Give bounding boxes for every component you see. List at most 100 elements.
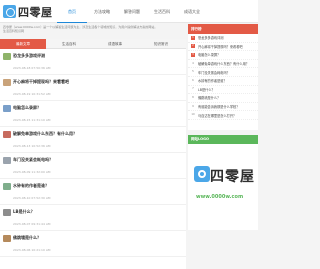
ranking-item[interactable]: 6 水钟有的作者是谁？ — [188, 77, 258, 86]
logo-banner[interactable]: 四零屋 www.0000w.com — [188, 144, 258, 230]
article-thumbnail[interactable] — [3, 157, 11, 164]
ranking-number: 2 — [191, 44, 195, 49]
ranking-number: 4 — [192, 61, 194, 65]
ranking-number: 5 — [192, 70, 194, 74]
sidebar: 排行榜 1 恐龙多多游戏评测 2 开心麻将干掉提现吗？来看看吧 3 电脑怎么录屏？ 4 破解免… — [188, 24, 258, 269]
article-date: 2023-08-06 10:21:10 AM — [13, 248, 51, 252]
tab-latest[interactable]: 最新文章 — [0, 39, 46, 49]
article-date: 2023-08-19 10:31:52 AM — [13, 92, 51, 96]
ranking-item-title[interactable]: 车门没关紧会耗电吗？ — [198, 70, 230, 75]
banner-logo-text: 四零屋 — [210, 169, 255, 185]
article-thumbnail[interactable] — [3, 209, 11, 216]
article-meta: 2023-08-07 09:31:44 AM — [13, 222, 50, 226]
article-thumbnail[interactable] — [3, 53, 11, 60]
ranking-item[interactable]: 4 破解免单游戏什么东西？有什么用？ — [188, 60, 258, 69]
notice-line-1: 四零屋（www.0000w.com）是一个以解答生活问题为主，涉及生活各个领域的… — [3, 25, 158, 29]
article-item[interactable]: 车门没关紧会耗电吗？ 2023-08-09 11:32:00 AM — [0, 153, 186, 179]
logo-box: 网站LOGO 四零屋 www.0000w.com — [188, 135, 258, 230]
article-tabs: 最新文章 生活百科 成语故事 知识常识 — [0, 39, 186, 49]
article-meta: 2023-08-15 11:31:10 AM — [13, 118, 50, 122]
article-title[interactable]: LB是什么？ — [13, 209, 35, 215]
article-list: 恐龙多多游戏评测 2023-08-18 07:50:36 AM 开心麻将干掉提现吗？… — [0, 49, 186, 257]
article-date: 2023-08-13 10:52:36 AM — [13, 144, 51, 148]
ranking-item-title[interactable]: 有谁能告诉我那是什么学校？ — [198, 104, 239, 109]
article-thumbnail[interactable] — [3, 183, 11, 190]
ranking-item[interactable]: 5 车门没关紧会耗电吗？ — [188, 68, 258, 77]
ranking-item[interactable]: 3 电脑怎么录屏？ — [188, 51, 258, 60]
ranking-item-title[interactable]: 马自达在哪里是怎么打开？ — [198, 113, 236, 118]
nav-item-idioms[interactable]: 成语大全 — [177, 0, 207, 23]
article-meta: 2023-08-18 07:50:36 AM — [13, 66, 50, 70]
ranking-number: 1 — [191, 35, 195, 40]
site-notice: 四零屋（www.0000w.com）是一个以解答生活问题为主，涉及生活各个领域的… — [0, 24, 186, 37]
ranking-box: 排行榜 1 恐龙多多游戏评测 2 开心麻将干掉提现吗？来看看吧 3 电脑怎么录屏？ 4 破解免… — [188, 24, 258, 130]
article-item[interactable]: 破解免单游戏什么东西？有什么用？ 2023-08-13 10:52:36 AM — [0, 127, 186, 153]
ranking-number: 8 — [192, 95, 194, 99]
article-meta: 2023-08-19 10:31:52 AM — [13, 92, 50, 96]
ranking-title: 排行榜 — [188, 24, 258, 34]
article-title[interactable]: 恐龙多多游戏评测 — [13, 53, 45, 59]
article-thumbnail[interactable] — [3, 105, 11, 112]
article-thumbnail[interactable] — [3, 235, 11, 242]
article-item[interactable]: 恐龙多多游戏评测 2023-08-18 07:50:36 AM — [0, 49, 186, 75]
article-date: 2023-08-10 07:52:30 AM — [13, 196, 51, 200]
ranking-number: 3 — [191, 52, 195, 57]
logo-icon — [3, 5, 16, 18]
notice-line-2: 生活百科知识网 — [3, 29, 25, 33]
ranking-item-title[interactable]: 破解免单游戏什么东西？有什么用？ — [198, 61, 249, 66]
article-list-panel: 最新文章 生活百科 成语故事 知识常识 恐龙多多游戏评测 2023-08-18 0… — [0, 39, 186, 269]
nav-item-guides[interactable]: 方法攻略 — [87, 0, 117, 23]
article-title[interactable]: 破解免单游戏什么东西？有什么用？ — [13, 131, 77, 137]
banner-url: www.0000w.com — [196, 194, 244, 200]
site-logo[interactable]: 四零屋 — [3, 3, 53, 20]
ranking-item-title[interactable]: 开心麻将干掉提现吗？来看看吧 — [198, 44, 243, 49]
tab-knowledge[interactable]: 知识常识 — [138, 39, 184, 49]
article-meta: 2023-08-09 11:32:00 AM — [13, 170, 50, 174]
article-meta: 2023-08-10 07:52:30 AM — [13, 196, 50, 200]
main-nav: 首页 方法攻略 解答问题 生活百科 成语大全 — [57, 0, 207, 23]
nav-item-answers[interactable]: 解答问题 — [117, 0, 147, 23]
ranking-item[interactable]: 2 开心麻将干掉提现吗？来看看吧 — [188, 43, 258, 52]
article-title[interactable]: 开心麻将干掉提现吗？来看看吧 — [13, 79, 69, 85]
ranking-item[interactable]: 1 恐龙多多游戏评测 — [188, 34, 258, 43]
article-item[interactable]: 开心麻将干掉提现吗？来看看吧 2023-08-19 10:31:52 AM — [0, 75, 186, 101]
ranking-item[interactable]: 10 马自达在哪里是怎么打开？ — [188, 111, 258, 120]
logo-icon — [194, 166, 210, 182]
article-date: 2023-08-07 09:31:44 AM — [13, 222, 51, 226]
article-date: 2023-08-09 11:32:00 AM — [13, 170, 51, 174]
article-item[interactable]: 水钟有的作者是谁？ 2023-08-10 07:52:30 AM — [0, 179, 186, 205]
ranking-number: 9 — [192, 104, 194, 108]
logo-text: 四零屋 — [18, 5, 53, 19]
ranking-item[interactable]: 8 佛跳墙是什么？ — [188, 94, 258, 103]
article-title[interactable]: 电脑怎么录屏？ — [13, 105, 41, 111]
ranking-item[interactable]: 9 有谁能告诉我那是什么学校？ — [188, 103, 258, 112]
article-title[interactable]: 佛跳墙是什么？ — [13, 235, 41, 241]
ranking-item-title[interactable]: 电脑怎么录屏？ — [198, 52, 220, 57]
article-thumbnail[interactable] — [3, 79, 11, 86]
tab-idioms[interactable]: 成语故事 — [92, 39, 138, 49]
article-title[interactable]: 车门没关紧会耗电吗？ — [13, 157, 53, 163]
ranking-item[interactable]: 7 LB是什么？ — [188, 86, 258, 95]
article-date: 2023-08-18 07:50:36 AM — [13, 66, 51, 70]
ranking-item-title[interactable]: 佛跳墙是什么？ — [198, 95, 220, 100]
article-item[interactable]: 电脑怎么录屏？ 2023-08-15 11:31:10 AM — [0, 101, 186, 127]
article-meta: 2023-08-06 10:21:10 AM — [13, 248, 50, 252]
article-meta: 2023-08-13 10:52:36 AM — [13, 144, 50, 148]
ranking-item-title[interactable]: 水钟有的作者是谁？ — [198, 78, 227, 83]
article-thumbnail[interactable] — [3, 131, 11, 138]
ranking-number: 6 — [192, 78, 194, 82]
nav-item-home[interactable]: 首页 — [57, 0, 87, 23]
article-date: 2023-08-15 11:31:10 AM — [13, 118, 51, 122]
ranking-list: 1 恐龙多多游戏评测 2 开心麻将干掉提现吗？来看看吧 3 电脑怎么录屏？ 4 破解免单游戏什… — [188, 34, 258, 120]
logo-box-title: 网站LOGO — [188, 135, 258, 144]
top-bar: 四零屋 首页 方法攻略 解答问题 生活百科 成语大全 — [0, 0, 258, 23]
article-item[interactable]: 佛跳墙是什么？ 2023-08-06 10:21:10 AM — [0, 231, 186, 257]
article-title[interactable]: 水钟有的作者是谁？ — [13, 183, 49, 189]
ranking-item-title[interactable]: LB是什么？ — [198, 87, 215, 92]
ranking-number: 10 — [191, 113, 195, 117]
ranking-number: 7 — [192, 87, 194, 91]
tab-life[interactable]: 生活百科 — [46, 39, 92, 49]
article-item[interactable]: LB是什么？ 2023-08-07 09:31:44 AM — [0, 205, 186, 231]
ranking-item-title[interactable]: 恐龙多多游戏评测 — [198, 35, 224, 40]
nav-item-life[interactable]: 生活百科 — [147, 0, 177, 23]
